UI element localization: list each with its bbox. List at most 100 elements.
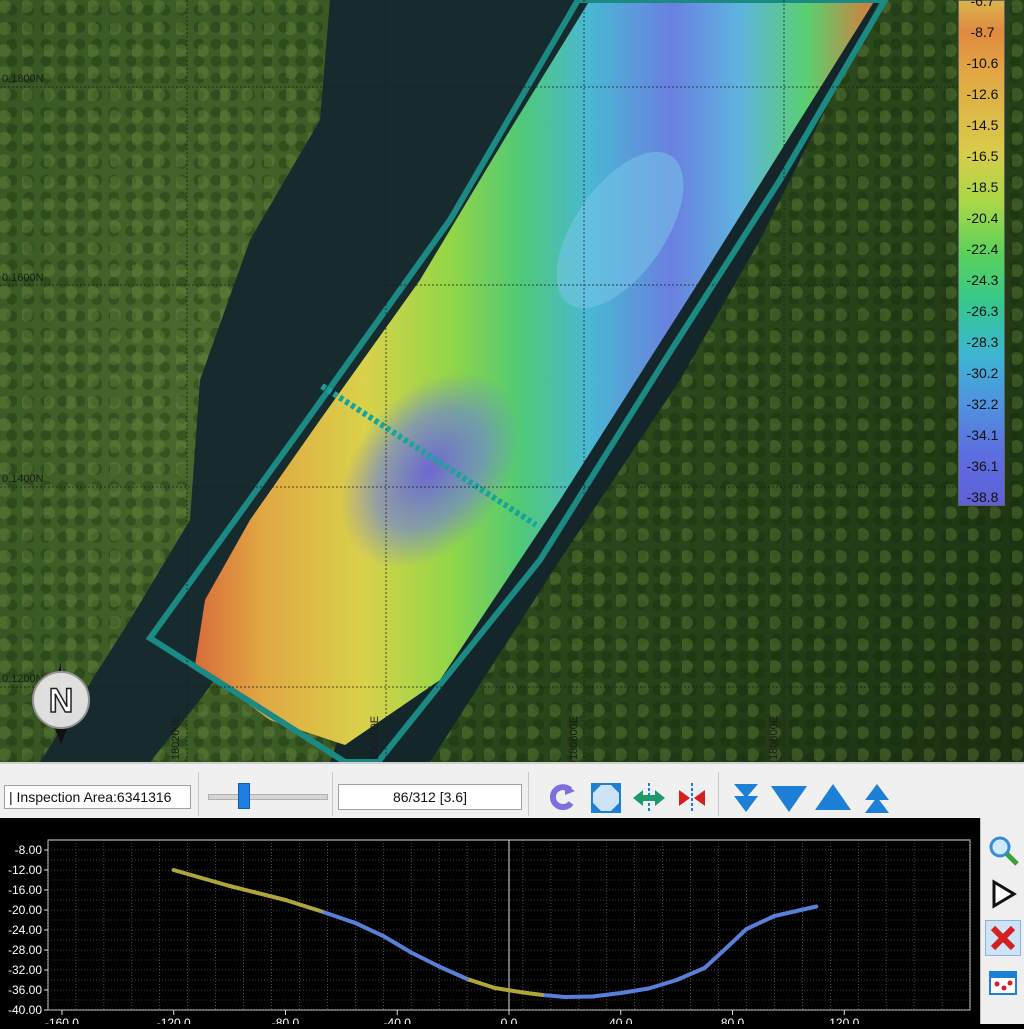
x-tick-label: 0.0 (501, 1016, 518, 1024)
legend-value: -30.2 (966, 365, 999, 381)
toolbar-separator (332, 772, 333, 816)
pointer-button[interactable] (985, 876, 1021, 912)
legend-value: -24.3 (966, 272, 999, 288)
profile-segment (171, 868, 232, 888)
step-up-button[interactable] (813, 778, 853, 818)
profile-segment (520, 990, 545, 997)
profile-chart-svg: -8.00 -12.00 -16.00 -20.00 -24.00 -28.00 -32.0… (8, 839, 971, 1029)
grid-label-east: 180200E (170, 715, 182, 760)
collapse-horizontal-icon (679, 783, 705, 813)
legend-value: -28.3 (966, 334, 999, 350)
delete-icon (990, 925, 1016, 951)
delete-button[interactable] (985, 920, 1021, 956)
grid-label-north: 0.1400N (2, 473, 44, 485)
profile-segment (227, 884, 288, 902)
profile-point (283, 898, 288, 902)
inspection-area-field[interactable]: | Inspection Area:6341316 (4, 785, 191, 809)
legend-value: -34.1 (966, 427, 999, 443)
legend-value: -38.8 (966, 489, 999, 505)
fit-view-button[interactable] (586, 778, 626, 818)
y-tick-label: -20.00 (8, 903, 42, 917)
legend-value: -26.3 (966, 303, 999, 319)
side-toolbar (980, 818, 1024, 1024)
points-button[interactable] (985, 964, 1021, 1000)
y-tick-label: -32.00 (8, 963, 42, 977)
profile-point (409, 950, 413, 955)
profile-point (320, 909, 324, 914)
refresh-button[interactable] (542, 778, 582, 818)
y-tick-label: -12.00 (8, 863, 42, 877)
zoom-button[interactable] (985, 832, 1021, 868)
profile-point (521, 990, 525, 995)
profile-segment (562, 994, 595, 999)
legend-value: -16.5 (966, 148, 999, 164)
x-tick-label: 80.0 (721, 1016, 745, 1024)
expand-horizontal-button[interactable] (629, 778, 669, 818)
fit-view-icon (591, 783, 621, 813)
slider-thumb[interactable] (238, 783, 251, 809)
page-up-icon (865, 784, 889, 813)
x-tick-label: -160.0 (45, 1016, 79, 1024)
profile-point (381, 934, 385, 938)
page-down-icon (734, 784, 758, 812)
profile-point (493, 986, 497, 990)
grid-label-east: 180600E (568, 715, 580, 760)
profile-point (540, 993, 545, 997)
profile-segment (590, 991, 623, 999)
legend-value: -8.7 (970, 24, 995, 40)
toolbar: | Inspection Area:6341316 86/312 [3.6] (0, 762, 1024, 818)
map-view[interactable]: 0.1800N 0.1600N 0.1400N 0.1200N 180200E … (0, 0, 1024, 762)
profile-segment (353, 921, 386, 938)
profile-segment (744, 914, 777, 931)
x-tick-label: 40.0 (609, 1016, 633, 1024)
y-tick-label: -28.00 (8, 943, 42, 957)
y-tick-label: -16.00 (8, 883, 42, 897)
profile-segment (618, 986, 651, 995)
profile-point (353, 921, 357, 925)
x-tick-label: -40.0 (384, 1016, 412, 1024)
toolbar-separator (718, 772, 719, 816)
profile-point (675, 978, 679, 982)
profile-point (772, 914, 777, 918)
profile-point (591, 994, 595, 999)
pointer-icon (992, 879, 1017, 909)
zoom-icon (989, 836, 1019, 866)
step-down-button[interactable] (769, 778, 809, 818)
profile-point (465, 977, 469, 981)
legend-value: -6.7 (970, 0, 995, 9)
x-tick-label: -120.0 (157, 1016, 191, 1024)
profile-segment (409, 950, 442, 969)
page-up-button[interactable] (857, 778, 897, 818)
step-up-icon (815, 784, 851, 810)
north-label: N (49, 682, 74, 720)
profile-segment (319, 909, 358, 925)
profile-segment (540, 993, 567, 999)
profile-point (437, 964, 441, 969)
points-icon (989, 971, 1017, 995)
legend-value: -22.4 (966, 241, 999, 257)
x-tick-label: 120.0 (829, 1016, 859, 1024)
legend-value: -10.6 (966, 55, 999, 71)
profile-point (619, 991, 623, 995)
step-down-icon (771, 786, 807, 812)
refresh-icon (549, 784, 575, 811)
profile-segment (702, 945, 729, 970)
grid-label-north: 0.1800N (2, 73, 44, 85)
collapse-horizontal-button[interactable] (672, 778, 712, 818)
page-down-button[interactable] (726, 778, 766, 818)
legend-value: -18.5 (966, 179, 999, 195)
y-tick-label: -40.00 (8, 1003, 42, 1017)
profile-point (744, 927, 749, 931)
y-tick-label: -24.00 (8, 923, 42, 937)
slice-counter[interactable]: 86/312 [3.6] (338, 784, 522, 810)
map-overlay (0, 0, 958, 762)
legend-value: -36.1 (966, 458, 999, 474)
grid-label-east: 180800E (768, 715, 780, 760)
profile-point (725, 945, 729, 950)
profile-chart[interactable]: -8.00 -12.00 -16.00 -20.00 -24.00 -28.00 -32.0… (0, 818, 980, 1029)
slice-slider[interactable] (208, 783, 328, 809)
profile-point (563, 995, 567, 999)
profile-point (647, 986, 651, 991)
legend-value: -14.5 (966, 117, 999, 133)
profile-segment (772, 904, 819, 918)
